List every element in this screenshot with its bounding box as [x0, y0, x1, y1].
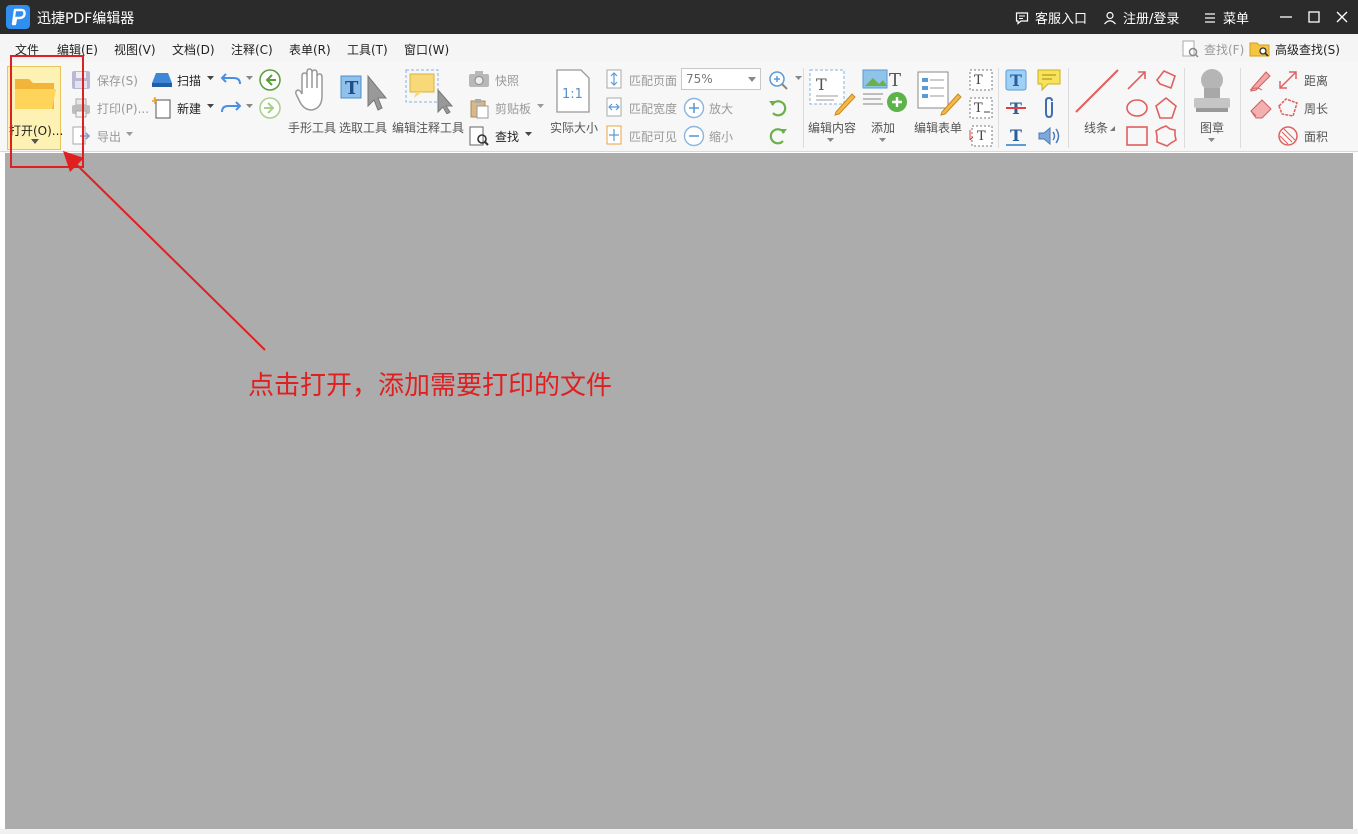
annotation-caption: 点击打开，添加需要打印的文件 [248, 371, 613, 401]
window-bottom-border [0, 829, 1358, 834]
annotation-arrow-icon [63, 151, 266, 351]
